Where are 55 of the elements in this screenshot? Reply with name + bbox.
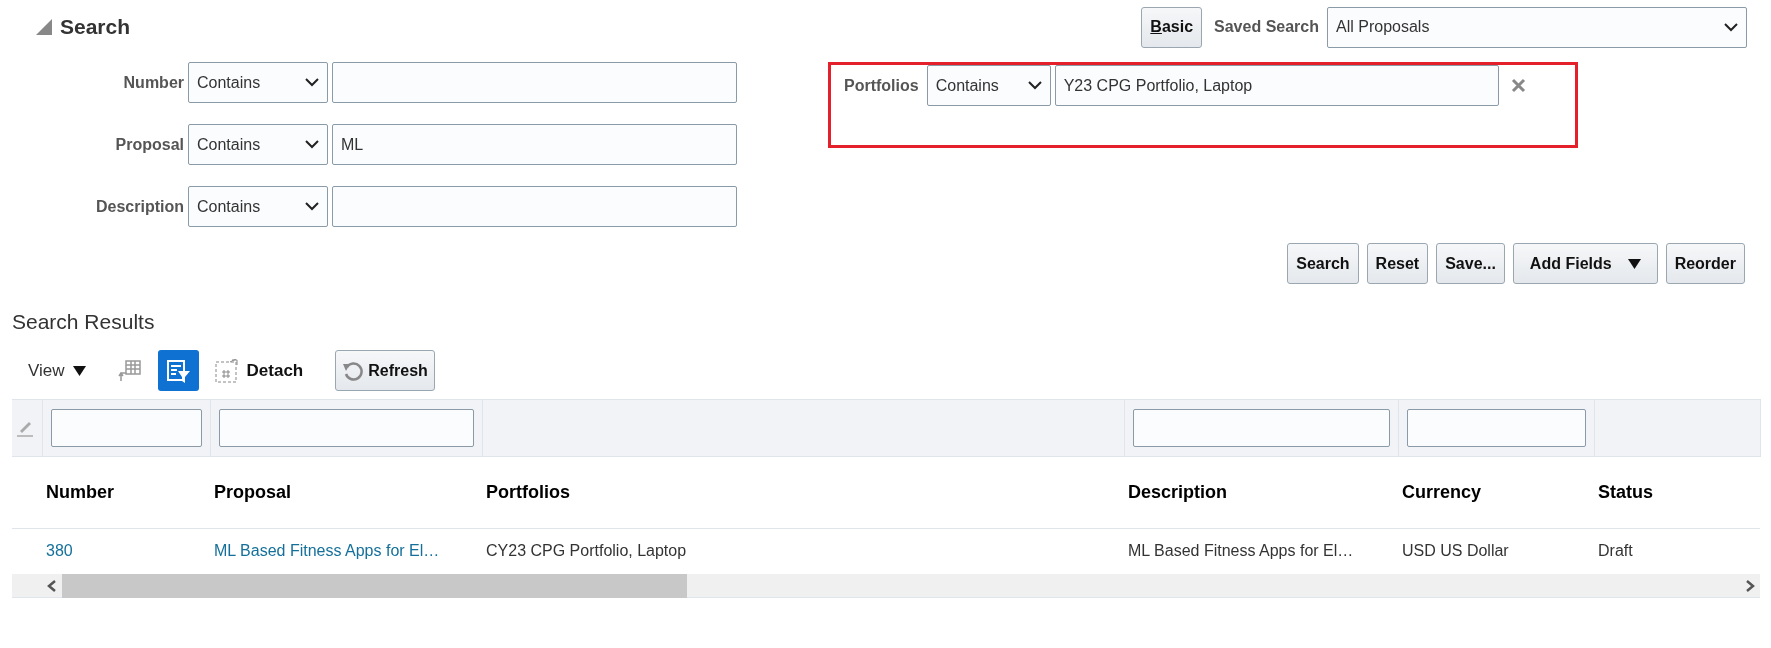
action-button[interactable]: Reorder [1665, 243, 1745, 284]
remove-icon[interactable] [1510, 78, 1526, 93]
table-cell: USD US Dollar [1402, 542, 1509, 560]
refresh-button[interactable]: Refresh [335, 350, 435, 391]
operator-dropdown[interactable]: Contains [188, 186, 328, 227]
section-title: Search [60, 14, 131, 41]
column-filter-field[interactable] [218, 408, 474, 447]
table-cell: Draft [1598, 542, 1633, 560]
column-filter-field[interactable] [1132, 408, 1390, 447]
freeze-columns-icon[interactable] [117, 358, 142, 383]
refresh-icon [342, 359, 365, 382]
text-field[interactable] [332, 62, 737, 103]
view-menu[interactable]: View [28, 357, 86, 384]
chevron-icon [1027, 81, 1042, 90]
operator-dropdown[interactable]: Contains [926, 65, 1051, 106]
column-header[interactable]: Currency [1402, 481, 1482, 502]
chevron-icon [305, 202, 319, 211]
column-header[interactable]: Number [46, 481, 114, 502]
action-button[interactable]: Save... [1436, 243, 1505, 284]
text-field[interactable] [332, 186, 737, 227]
link[interactable]: 380 [46, 542, 73, 560]
field-label: Number [122, 72, 184, 93]
results-title: Search Results [12, 309, 156, 335]
detach-icon [214, 358, 239, 383]
saved-search-dropdown[interactable]: All Proposals [1327, 6, 1747, 48]
chevron-icon [1724, 22, 1738, 32]
column-header[interactable]: Status [1598, 481, 1653, 502]
chevron-icon [305, 140, 319, 149]
field-label: Proposal [114, 134, 184, 155]
detach-button[interactable]: Detach [214, 357, 304, 384]
add-fields-menu-button[interactable]: Add Fields [1512, 243, 1658, 284]
operator-dropdown[interactable]: Contains [188, 124, 328, 165]
link[interactable]: ML Based Fitness Apps for El… [214, 542, 440, 560]
caret-icon [72, 365, 86, 376]
horizontal-scrollbar[interactable] [12, 574, 1760, 598]
operator-dropdown[interactable]: Contains [188, 62, 328, 103]
caret-icon [1627, 258, 1641, 269]
collapse-triangle-icon[interactable] [36, 19, 52, 35]
field-label: Portfolios [844, 76, 919, 96]
action-button[interactable]: Search [1287, 243, 1359, 284]
action-button[interactable]: Reset [1366, 243, 1429, 284]
field-label: Description [95, 196, 184, 217]
chevron-icon [305, 78, 319, 87]
saved-search-label: Saved Search [1214, 17, 1319, 37]
basic-mode-button[interactable]: Basic [1141, 6, 1203, 48]
table-cell: ML Based Fitness Apps for El… [1128, 542, 1354, 560]
column-header[interactable]: Description [1128, 481, 1228, 502]
filter-toggle-icon[interactable] [157, 350, 199, 391]
column-filter-field[interactable] [1406, 408, 1586, 447]
column-header[interactable]: Proposal [214, 481, 292, 502]
text-field[interactable]: ML [332, 124, 737, 165]
column-filter-field[interactable] [50, 408, 202, 447]
table-cell: CY23 CPG Portfolio, Laptop [486, 542, 687, 560]
text-field[interactable]: Y23 CPG Portfolio, Laptop [1054, 65, 1499, 106]
column-header[interactable]: Portfolios [486, 481, 570, 502]
